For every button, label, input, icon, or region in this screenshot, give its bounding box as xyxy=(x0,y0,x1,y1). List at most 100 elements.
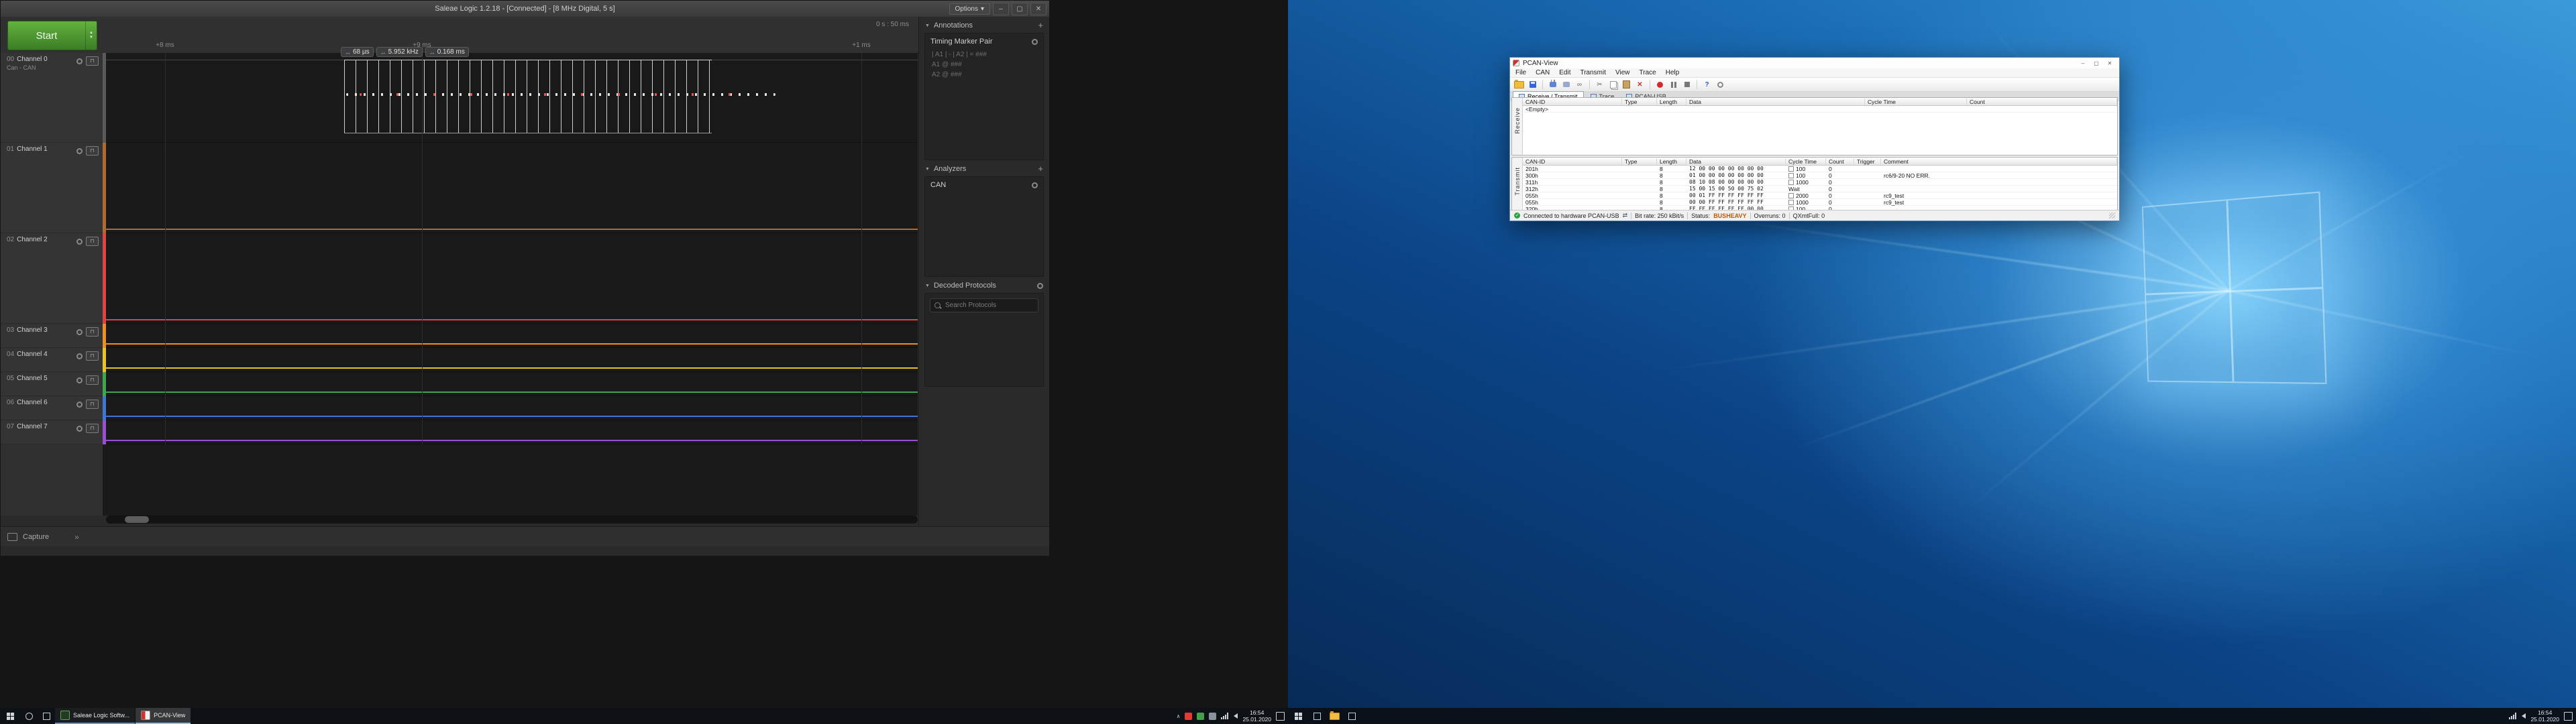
expand-chevrons-icon[interactable]: » xyxy=(74,532,79,542)
menu-item[interactable]: View xyxy=(1615,69,1630,76)
saleae-titlebar[interactable]: Saleae Logic 1.2.18 - [Connected] - [8 M… xyxy=(1,1,1049,17)
column-header[interactable]: Data xyxy=(1686,158,1786,165)
taskbar-clock[interactable]: 16:54 25.01.2020 xyxy=(2530,709,2559,723)
close-button[interactable]: ✕ xyxy=(2103,59,2116,68)
cycle-checkbox[interactable] xyxy=(1788,166,1794,172)
channel-6-label-area[interactable]: 06Channel 6 ⊓ xyxy=(1,396,103,420)
channel-1-waveform[interactable] xyxy=(106,143,918,233)
save-button[interactable] xyxy=(1527,80,1538,89)
settings-button[interactable] xyxy=(1715,80,1725,89)
channel-trigger-icon[interactable]: ⊓ xyxy=(86,237,99,246)
action-center-icon[interactable] xyxy=(1276,712,1285,721)
channel-trigger-icon[interactable]: ⊓ xyxy=(86,400,99,409)
add-analyzer-button[interactable]: + xyxy=(1038,166,1043,172)
hidden-icons-chevron-icon[interactable]: ∧ xyxy=(1177,713,1181,719)
channel-3-waveform[interactable] xyxy=(106,324,918,348)
add-annotation-button[interactable]: + xyxy=(1038,22,1043,29)
cycle-checkbox[interactable] xyxy=(1788,173,1794,178)
pause-button[interactable] xyxy=(1668,80,1678,89)
menu-item[interactable]: Help xyxy=(1666,69,1680,76)
channel-7-waveform[interactable] xyxy=(106,420,918,444)
close-button[interactable]: ✕ xyxy=(1030,3,1046,15)
tray-red-app-icon[interactable] xyxy=(1185,713,1192,720)
channel-trigger-icon[interactable]: ⊓ xyxy=(86,375,99,385)
tray-green-app-icon[interactable] xyxy=(1197,713,1204,720)
analyzers-header[interactable]: ▼ Analyzers + xyxy=(919,160,1049,176)
open-button[interactable] xyxy=(1514,80,1524,89)
start-menu-button[interactable] xyxy=(1288,708,1308,724)
channel-7-label-area[interactable]: 07Channel 7 ⊓ xyxy=(1,420,103,444)
action-center-icon[interactable] xyxy=(2564,712,2573,721)
channel-settings-gear-icon[interactable] xyxy=(76,58,83,64)
paste-button[interactable] xyxy=(1621,80,1631,89)
search-protocols-input[interactable] xyxy=(944,301,1035,310)
gear-icon[interactable] xyxy=(1032,182,1038,188)
volume-icon[interactable] xyxy=(2522,713,2526,719)
menu-item[interactable]: File xyxy=(1515,69,1526,76)
channel-2-waveform[interactable] xyxy=(106,233,918,324)
delete-button[interactable]: ✕ xyxy=(1635,80,1645,89)
disconnect-button[interactable] xyxy=(1561,80,1571,89)
taskbar-clock[interactable]: 16:54 25.01.2020 xyxy=(1242,709,1271,723)
search-button[interactable] xyxy=(20,708,38,724)
channel-settings-gear-icon[interactable] xyxy=(76,148,83,154)
scrollbar-thumb[interactable] xyxy=(125,516,149,523)
cycle-checkbox[interactable] xyxy=(1788,180,1794,185)
channel-6-waveform[interactable] xyxy=(106,396,918,420)
channel-0-label-area[interactable]: 00Channel 0 Can - CAN ⊓ xyxy=(1,53,103,143)
start-menu-button[interactable] xyxy=(0,708,20,724)
channel-1-label-area[interactable]: 01Channel 1 ⊓ xyxy=(1,143,103,233)
column-header[interactable]: CAN-ID xyxy=(1523,99,1622,105)
column-header[interactable]: Length xyxy=(1657,158,1686,165)
column-header[interactable]: Comment xyxy=(1881,158,2117,165)
menu-item[interactable]: CAN xyxy=(1536,69,1550,76)
measurement-chip[interactable]: ↔0.168 ms xyxy=(425,47,469,57)
channel-4-waveform[interactable] xyxy=(106,348,918,372)
gear-icon[interactable] xyxy=(1037,283,1043,289)
channel-0-waveform[interactable]: ↔68 µs ↔5.952 kHz ↔0.168 ms xyxy=(106,53,918,143)
column-header[interactable]: Count xyxy=(1967,99,2117,105)
channel-trigger-icon[interactable]: ⊓ xyxy=(86,351,99,361)
cycle-checkbox[interactable] xyxy=(1788,193,1794,198)
timing-marker-pair-row[interactable]: Timing Marker Pair xyxy=(925,34,1043,50)
menu-item[interactable]: Transmit xyxy=(1580,69,1606,76)
record-button[interactable] xyxy=(1655,80,1665,89)
channel-settings-gear-icon[interactable] xyxy=(76,402,83,408)
timeline-ruler[interactable]: 0 s : 50 ms +8 ms +9 ms +1 ms xyxy=(106,17,918,53)
menu-item[interactable]: Trace xyxy=(1640,69,1656,76)
channel-settings-gear-icon[interactable] xyxy=(76,377,83,383)
column-header[interactable]: Cycle Time xyxy=(1865,99,1967,105)
network-icon[interactable] xyxy=(1221,713,1229,719)
cut-button[interactable]: ✂ xyxy=(1595,80,1605,89)
help-button[interactable]: ? xyxy=(1702,80,1712,89)
decoded-protocols-header[interactable]: ▼ Decoded Protocols xyxy=(919,277,1049,293)
channel-5-label-area[interactable]: 05Channel 5 ⊓ xyxy=(1,372,103,396)
resize-grip[interactable] xyxy=(2109,213,2115,219)
column-header[interactable]: Type xyxy=(1622,158,1657,165)
transmit-row[interactable]: 055h 8 00 01 FF FF FF FF FF FF 2000 0 rc… xyxy=(1523,192,2117,199)
column-header[interactable]: Type xyxy=(1622,99,1657,105)
column-header[interactable]: Length xyxy=(1657,99,1686,105)
channel-2-label-area[interactable]: 02Channel 2 ⊓ xyxy=(1,233,103,324)
maximize-button[interactable]: ▢ xyxy=(1012,3,1028,15)
analyzer-item-can[interactable]: CAN xyxy=(925,177,1043,193)
menu-item[interactable]: Edit xyxy=(1559,69,1570,76)
column-header[interactable]: Data xyxy=(1686,99,1865,105)
annotations-header[interactable]: ▼ Annotations + xyxy=(919,17,1049,33)
gear-icon[interactable] xyxy=(1032,39,1038,45)
horizontal-scrollbar[interactable] xyxy=(106,516,918,524)
column-header[interactable]: Trigger xyxy=(1854,158,1881,165)
maximize-button[interactable]: ▢ xyxy=(2090,59,2103,68)
transmit-row[interactable]: 312h 8 15 00 15 00 50 00 75 02 Wait 0 xyxy=(1523,186,2117,192)
network-icon[interactable] xyxy=(2509,713,2517,719)
channel-5-waveform[interactable] xyxy=(106,372,918,396)
minimize-button[interactable]: – xyxy=(2076,59,2090,68)
measurement-chip[interactable]: ↔5.952 kHz xyxy=(376,47,423,57)
options-button[interactable]: Options ▾ xyxy=(949,3,991,15)
channel-3-label-area[interactable]: 03Channel 3 ⊓ xyxy=(1,324,103,348)
transmit-row[interactable]: 055h 8 00 00 FF FF FF FF FF FF 1000 0 rc… xyxy=(1523,199,2117,206)
pinned-app-button[interactable] xyxy=(1343,708,1360,724)
channel-settings-gear-icon[interactable] xyxy=(76,426,83,432)
tray-gray-app-icon[interactable] xyxy=(1209,713,1216,720)
copy-button[interactable] xyxy=(1608,80,1618,89)
